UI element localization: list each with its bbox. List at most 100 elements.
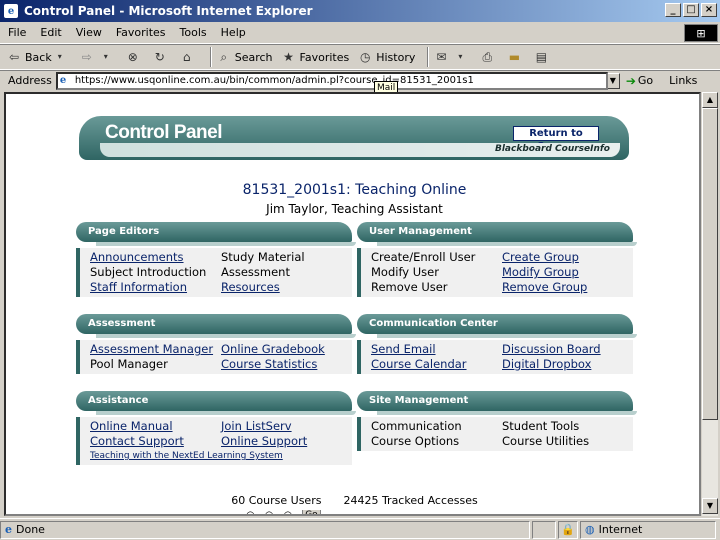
link-remove-group[interactable]: Remove Group [502, 280, 633, 295]
footer-go-button[interactable]: Go [302, 510, 321, 514]
stop-icon: ⊗ [127, 50, 138, 64]
link-online-support[interactable]: Online Support [221, 434, 352, 449]
dropdown-arrow-icon[interactable]: ▾ [452, 49, 468, 65]
stop-button[interactable]: ⊗ [125, 49, 144, 65]
radio-option-icon[interactable]: ○ [246, 510, 255, 514]
refresh-button[interactable]: ↻ [152, 49, 171, 65]
maximize-button[interactable]: □ [683, 3, 699, 17]
link-announcements[interactable]: Announcements [90, 250, 221, 265]
go-button[interactable]: ➔ Go [626, 74, 653, 88]
search-label: Search [234, 50, 273, 64]
internet-explorer-icon: e [4, 4, 18, 18]
link-digital-dropbox[interactable]: Digital Dropbox [502, 357, 633, 372]
internet-zone-icon: ◍ [585, 523, 595, 536]
menu-favorites[interactable]: Favorites [116, 26, 166, 39]
return-to-course-button[interactable]: Return to Course [513, 126, 599, 152]
secure-lock-icon[interactable]: 🔒 [558, 520, 578, 539]
link-online-manual[interactable]: Online Manual [90, 419, 221, 434]
link-communication[interactable]: Communication [371, 419, 502, 434]
panel-header: Communication Center [357, 314, 637, 338]
menu-bar: File Edit View Favorites Tools Help [0, 22, 720, 44]
scroll-thumb[interactable] [702, 108, 718, 420]
forward-button[interactable]: ⇨ ▾ [79, 49, 117, 65]
favorites-button[interactable]: ★ Favorites [281, 49, 349, 65]
tracked-accesses-count: 24425 Tracked Accesses [343, 494, 478, 507]
address-url: https://www.usqonline.com.au/bin/common/… [74, 75, 474, 86]
link-pool-manager[interactable]: Pool Manager [90, 357, 221, 372]
link-study-material[interactable]: Study Material [221, 250, 352, 265]
link-teaching-with-nexted[interactable]: Teaching with the NextEd Learning System [90, 449, 350, 463]
link-create-group[interactable]: Create Group [502, 250, 633, 265]
panel-header: Assessment [76, 314, 356, 338]
page-viewport: Control Panel Return to Course Blackboar… [4, 92, 701, 516]
scroll-up-button[interactable]: ▲ [702, 92, 718, 108]
print-button[interactable]: ⎙ [479, 49, 498, 65]
menu-edit[interactable]: Edit [40, 26, 61, 39]
panel-page-editors: Page Editors Announcements Study Materia… [76, 222, 356, 297]
link-assessment-manager[interactable]: Assessment Manager [90, 342, 221, 357]
history-button[interactable]: ◷ History [357, 49, 415, 65]
back-arrow-icon: ⇦ [8, 50, 20, 64]
page-done-icon: e [5, 523, 12, 536]
link-create-enroll-user[interactable]: Create/Enroll User [371, 250, 502, 265]
menu-view[interactable]: View [76, 26, 102, 39]
back-button[interactable]: ⇦ Back ▾ [6, 49, 71, 65]
address-input[interactable]: e https://www.usqonline.com.au/bin/commo… [55, 71, 608, 90]
link-resources[interactable]: Resources [221, 280, 352, 295]
edit-button[interactable]: ▤ [533, 49, 552, 65]
security-zone: Internet [598, 523, 643, 536]
radio-option-icon[interactable]: ○ [283, 510, 292, 514]
address-dropdown-button[interactable]: ▼ [605, 72, 620, 89]
panel-body: Create/Enroll User Create Group Modify U… [357, 248, 633, 297]
vertical-scrollbar[interactable]: ▲ ▼ [701, 92, 718, 516]
link-join-listserv[interactable]: Join ListServ [221, 419, 352, 434]
panel-body: Announcements Study Material Subject Int… [76, 248, 352, 297]
print-icon: ⎙ [482, 50, 493, 64]
links-button[interactable]: Links [669, 74, 697, 87]
link-send-email[interactable]: Send Email [371, 342, 502, 357]
menu-file[interactable]: File [8, 26, 26, 39]
status-bar: e Done 🔒 ◍ Internet [0, 518, 720, 540]
link-student-tools[interactable]: Student Tools [502, 419, 633, 434]
link-course-utilities[interactable]: Course Utilities [502, 434, 633, 449]
link-assessment[interactable]: Assessment [221, 265, 352, 280]
dropdown-arrow-icon[interactable]: ▾ [98, 49, 114, 65]
search-icon: ⌕ [220, 50, 228, 64]
dropdown-arrow-icon[interactable]: ▾ [52, 49, 68, 65]
window-title-bar[interactable]: e Control Panel - Microsoft Internet Exp… [0, 0, 720, 22]
link-course-calendar[interactable]: Course Calendar [371, 357, 502, 372]
link-remove-user[interactable]: Remove User [371, 280, 502, 295]
link-modify-user[interactable]: Modify User [371, 265, 502, 280]
panel-assistance: Assistance Online Manual Join ListServ C… [76, 391, 356, 465]
security-zone-cell[interactable]: ◍ Internet [580, 520, 716, 539]
mail-icon: ✉ [436, 50, 447, 64]
search-button[interactable]: ⌕ Search [216, 49, 273, 65]
panel-communication-center: Communication Center Send Email Discussi… [357, 314, 637, 374]
link-discussion-board[interactable]: Discussion Board [502, 342, 633, 357]
link-course-statistics[interactable]: Course Statistics [221, 357, 352, 372]
panel-body: Communication Student Tools Course Optio… [357, 417, 633, 451]
close-button[interactable]: × [701, 3, 717, 17]
radio-option-icon[interactable]: ○ [265, 510, 274, 514]
footer-options-row: ○ ○ ○ Go [246, 510, 321, 514]
menu-help[interactable]: Help [221, 26, 246, 39]
link-staff-information[interactable]: Staff Information [90, 280, 221, 295]
link-subject-introduction[interactable]: Subject Introduction [90, 265, 221, 280]
panel-header: Site Management [357, 391, 637, 415]
folder-button[interactable]: ▬ [506, 49, 525, 65]
link-contact-support[interactable]: Contact Support [90, 434, 221, 449]
scroll-down-button[interactable]: ▼ [702, 498, 718, 514]
link-course-options[interactable]: Course Options [371, 434, 502, 449]
link-modify-group[interactable]: Modify Group [502, 265, 633, 280]
mail-button[interactable]: ✉ ▾ [433, 49, 471, 65]
status-text: Done [16, 523, 45, 536]
home-button[interactable]: ⌂ [179, 49, 198, 65]
page-icon: e [59, 74, 67, 86]
minimize-button[interactable]: _ [665, 3, 681, 17]
menu-tools[interactable]: Tools [180, 26, 207, 39]
link-online-gradebook[interactable]: Online Gradebook [221, 342, 352, 357]
back-label: Back [25, 50, 52, 64]
history-icon: ◷ [359, 50, 371, 64]
address-label: Address [8, 74, 52, 87]
history-label: History [376, 50, 416, 64]
